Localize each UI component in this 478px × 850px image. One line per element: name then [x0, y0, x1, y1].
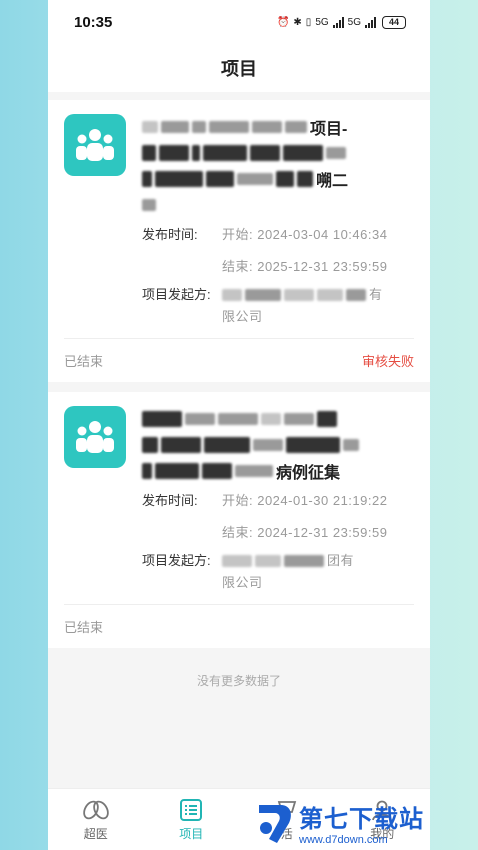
watermark-sub: www.d7down.com: [299, 834, 388, 846]
status-icons: ⏰ ✱ ▯ 5G 5G 44: [276, 15, 406, 29]
end-time: 结束: 2024-12-31 23:59:59: [222, 525, 388, 540]
watermark-main: 第七下载站: [299, 805, 424, 833]
project-title-line-2: [142, 140, 414, 166]
card-info: 项目- 嗍二 发布时间: 开始: 2024-03-04 10:46:34 结束:…: [142, 114, 414, 328]
page-title: 项目: [221, 59, 257, 79]
initiator-row: 项目发起方: 团有 限公司: [142, 550, 414, 594]
card-info: 病例征集 发布时间: 开始: 2024-01-30 21:19:22 结束: 2…: [142, 406, 414, 594]
project-title-fragment: 项目-: [310, 121, 348, 138]
publish-time-value: 开始: 2024-03-04 10:46:34 结束: 2025-12-31 2…: [222, 224, 387, 278]
d7-logo-icon: [259, 804, 291, 843]
project-title-line-1: [142, 406, 414, 432]
hands-icon: [82, 800, 109, 819]
publish-time-label: 发布时间:: [142, 227, 198, 242]
end-time: 结束: 2025-12-31 23:59:59: [222, 259, 388, 274]
card-footer: 已结束 审核失败: [64, 338, 414, 382]
card-body: 项目- 嗍二 发布时间: 开始: 2024-03-04 10:46:34 结束:…: [64, 100, 414, 328]
project-title-line-2: [142, 432, 414, 458]
status-ended: 已结束: [64, 620, 104, 635]
group-icon: [64, 406, 126, 468]
site-watermark: 第七下载站 www.d7down.com: [255, 799, 424, 846]
card-body: 病例征集 发布时间: 开始: 2024-01-30 21:19:22 结束: 2…: [64, 392, 414, 594]
initiator-fragment: 有: [369, 287, 383, 302]
initiator-tail: 限公司: [222, 309, 263, 324]
watermark-text: 第七下载站 www.d7down.com: [299, 799, 424, 846]
tab-projects[interactable]: 项目: [144, 789, 240, 850]
alarm-icon: ⏰: [276, 16, 290, 28]
tab-label: 项目: [179, 826, 204, 841]
status-ended: 已结束: [64, 354, 104, 369]
list-icon: [180, 798, 203, 821]
bluetooth-icon: ✱: [293, 16, 302, 28]
network-label-1: 5G: [315, 16, 329, 28]
project-card[interactable]: 病例征集 发布时间: 开始: 2024-01-30 21:19:22 结束: 2…: [48, 392, 430, 648]
vibrate-icon: ▯: [305, 16, 312, 28]
initiator-fragment: 团有: [327, 553, 355, 568]
card-footer: 已结束: [64, 604, 414, 648]
initiator-label: 项目发起方:: [142, 553, 211, 568]
no-more-data-hint: 没有更多数据了: [196, 674, 281, 688]
project-list[interactable]: 项目- 嗍二 发布时间: 开始: 2024-03-04 10:46:34 结束:…: [48, 92, 430, 703]
initiator-row: 项目发起方: 有 限公司: [142, 284, 414, 328]
tab-chaoyi[interactable]: 超医: [48, 789, 144, 850]
start-time: 开始: 2024-01-30 21:19:22: [222, 493, 388, 508]
status-time: 10:35: [74, 13, 113, 31]
signal-icon: [332, 16, 344, 28]
project-title-fragment: 嗍二: [316, 173, 349, 190]
publish-time-row: 发布时间: 开始: 2024-03-04 10:46:34 结束: 2025-1…: [142, 224, 414, 278]
initiator-value: 有 限公司: [222, 284, 383, 328]
publish-time-row: 发布时间: 开始: 2024-01-30 21:19:22 结束: 2024-1…: [142, 490, 414, 544]
project-title-line-3: 嗍二: [142, 166, 414, 192]
initiator-tail: 限公司: [222, 575, 263, 590]
battery-icon: 44: [382, 15, 406, 29]
page-header: 项目: [48, 44, 430, 92]
project-card[interactable]: 项目- 嗍二 发布时间: 开始: 2024-03-04 10:46:34 结束:…: [48, 100, 430, 382]
initiator-label: 项目发起方:: [142, 287, 211, 302]
publish-time-value: 开始: 2024-01-30 21:19:22 结束: 2024-12-31 2…: [222, 490, 387, 544]
review-status: 审核失败: [361, 354, 414, 369]
phone-screen: 10:35 ⏰ ✱ ▯ 5G 5G 44 项目 项目- 嗍二 发布时间: 开始:…: [48, 0, 430, 850]
network-label-2: 5G: [347, 16, 361, 28]
project-title-line-3: 病例征集: [142, 458, 414, 484]
publish-time-label: 发布时间:: [142, 493, 198, 508]
signal-icon-2: [365, 16, 376, 28]
project-title-line-1: 项目-: [142, 114, 414, 140]
tab-label: 超医: [83, 826, 108, 841]
initiator-value: 团有 限公司: [222, 550, 354, 594]
project-title-line-4: [142, 192, 414, 218]
group-icon: [64, 114, 126, 176]
status-bar: 10:35 ⏰ ✱ ▯ 5G 5G 44: [48, 0, 430, 44]
start-time: 开始: 2024-03-04 10:46:34: [222, 227, 388, 242]
project-title-fragment: 病例征集: [276, 465, 341, 482]
